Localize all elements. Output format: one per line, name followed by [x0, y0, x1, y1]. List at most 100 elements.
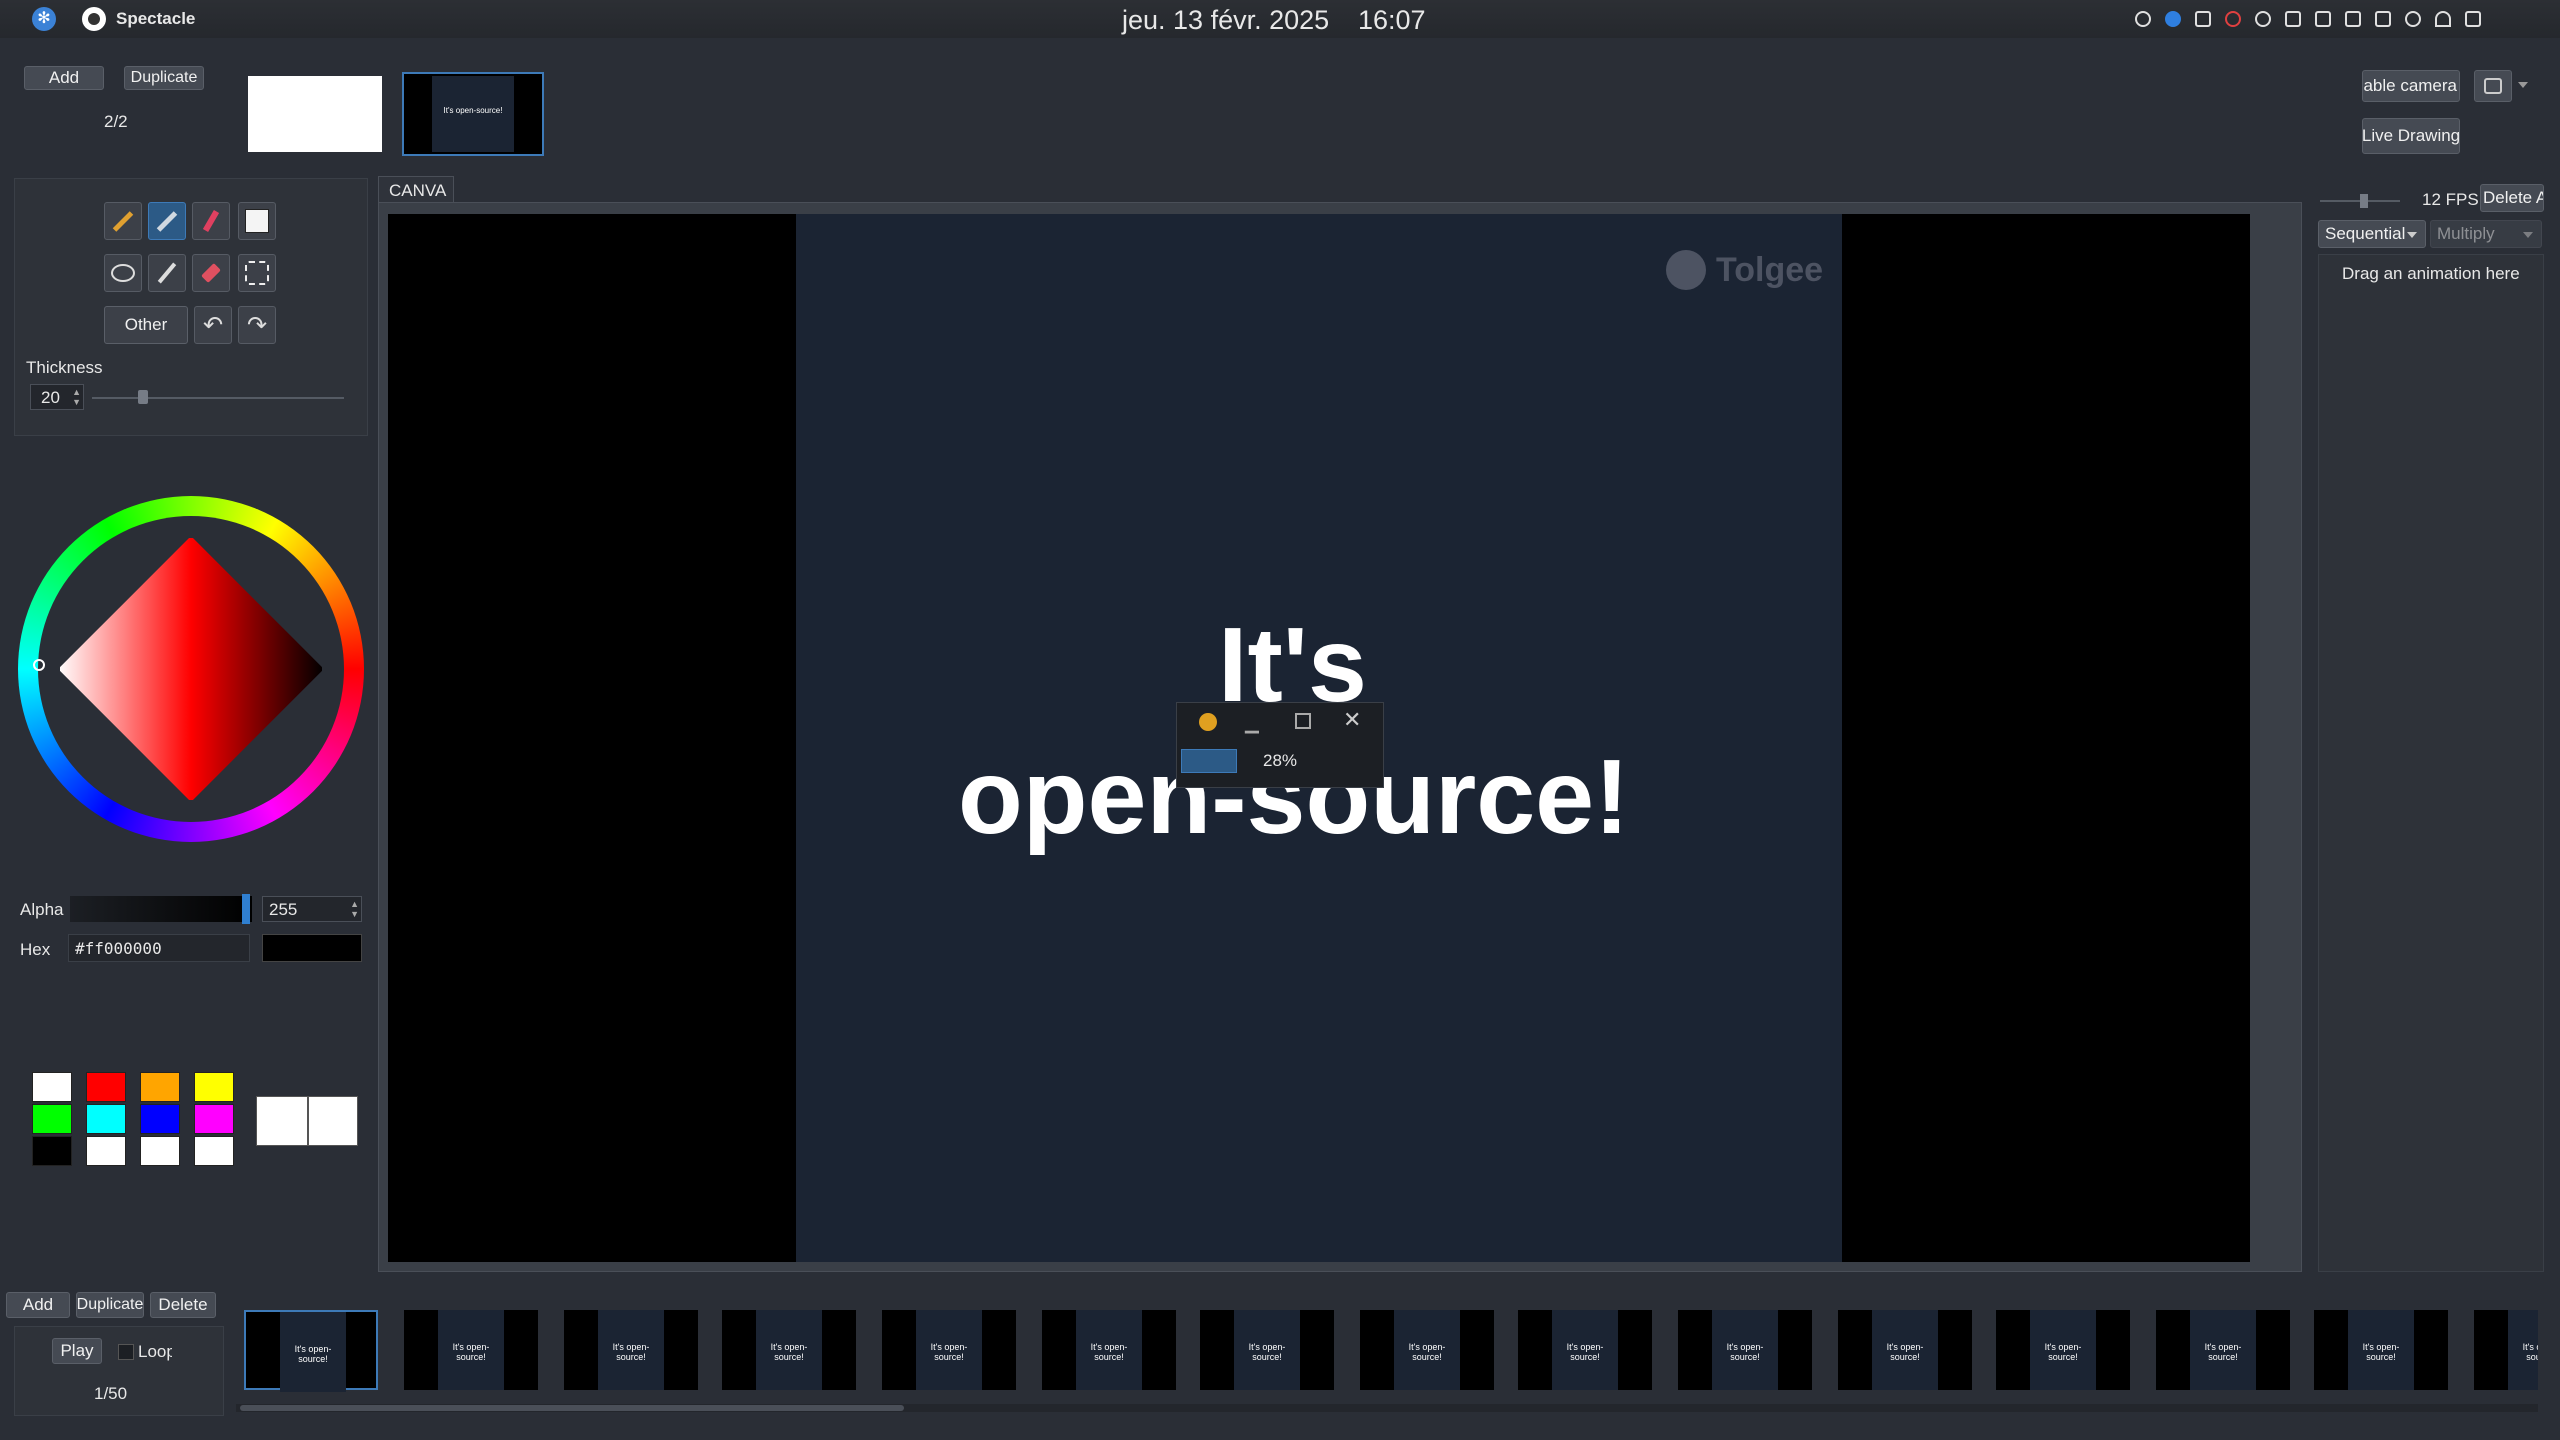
- canvas-tab[interactable]: CANVA: [378, 176, 454, 202]
- color-triangle[interactable]: [60, 538, 322, 800]
- notifications-off-icon[interactable]: [2195, 10, 2211, 27]
- pencil-tool-button[interactable]: [104, 202, 142, 240]
- frame-thumbnail[interactable]: It's open-source!: [1518, 1310, 1652, 1390]
- frame-thumbnail[interactable]: It's open-source!: [2474, 1310, 2538, 1390]
- rectangle-icon: [245, 209, 269, 233]
- animation-drop-area[interactable]: [2318, 254, 2544, 1272]
- slide-thumbnail-2[interactable]: It's open-source!: [402, 72, 544, 156]
- frame-text: It's open-source!: [2508, 1310, 2538, 1390]
- swatch-red[interactable]: [86, 1072, 126, 1102]
- marker-tool-button[interactable]: [192, 202, 230, 240]
- brush-tool-button[interactable]: [148, 202, 186, 240]
- undo-button[interactable]: ↶: [194, 306, 232, 344]
- clock-time[interactable]: 16:07: [1358, 5, 1426, 36]
- camera-settings-button[interactable]: [2474, 70, 2512, 102]
- frame-thumbnail[interactable]: It's open-source!: [722, 1310, 856, 1390]
- swatch-white[interactable]: [32, 1072, 72, 1102]
- swatch-blue[interactable]: [140, 1104, 180, 1134]
- duplicate-slide-button[interactable]: Duplicate: [124, 66, 204, 90]
- slide-thumb-text: It's open-source!: [432, 76, 514, 152]
- delete-frame-button[interactable]: Delete: [150, 1292, 216, 1318]
- enable-camera-button[interactable]: Enable camera: [2362, 70, 2460, 102]
- loop-checkbox[interactable]: [118, 1344, 134, 1360]
- tray-chevron-icon[interactable]: [2495, 11, 2505, 27]
- frame-thumbnail[interactable]: It's open-source!: [1678, 1310, 1812, 1390]
- system-tray[interactable]: [2128, 10, 2512, 28]
- frame-thumbnail[interactable]: It's open-source!: [1996, 1310, 2130, 1390]
- frame-thumbnail[interactable]: It's open-source!: [2156, 1310, 2290, 1390]
- wifi-icon[interactable]: [2435, 10, 2451, 27]
- alpha-slider-handle[interactable]: [242, 894, 250, 924]
- frame-thumbnail[interactable]: It's open-source!: [882, 1310, 1016, 1390]
- rectangle-tool-button[interactable]: [238, 202, 276, 240]
- frame-thumbnail[interactable]: It's open-source!: [1838, 1310, 1972, 1390]
- lasso-tool-button[interactable]: [104, 254, 142, 292]
- frame-thumbnail[interactable]: It's open-source!: [1042, 1310, 1176, 1390]
- thickness-slider-track[interactable]: [92, 397, 344, 399]
- play-button[interactable]: Play: [52, 1338, 102, 1364]
- hex-input[interactable]: #ff000000: [68, 934, 250, 962]
- alpha-label: Alpha: [20, 900, 64, 919]
- swatch-custom-3[interactable]: [194, 1136, 234, 1166]
- alpha-slider[interactable]: [70, 896, 252, 922]
- thickness-spinbox[interactable]: 20 ▲ ▼: [30, 384, 84, 410]
- camera-dropdown-arrow[interactable]: [2518, 82, 2528, 88]
- eyedropper-tool-button[interactable]: [148, 254, 186, 292]
- swatch-yellow[interactable]: [194, 1072, 234, 1102]
- pencil-icon: [112, 210, 134, 232]
- secondary-color-swatch[interactable]: [308, 1096, 358, 1146]
- frame-thumbnail[interactable]: It's open-source!: [564, 1310, 698, 1390]
- blend-mode-select[interactable]: Multiply: [2430, 220, 2542, 248]
- launcher-icon[interactable]: ✻: [32, 7, 56, 31]
- delete-all-button[interactable]: Delete All: [2480, 184, 2544, 212]
- maximize-icon[interactable]: [1295, 713, 1311, 729]
- alpha-spin-arrows-icon[interactable]: ▲ ▼: [350, 899, 359, 919]
- primary-color-swatch[interactable]: [256, 1096, 308, 1146]
- add-slide-button[interactable]: Add: [24, 66, 104, 90]
- frame-thumbnail[interactable]: It's open-source!: [2314, 1310, 2448, 1390]
- clock-date[interactable]: jeu. 13 févr. 2025: [1122, 5, 1329, 36]
- close-icon[interactable]: ✕: [1343, 707, 1361, 733]
- recording-popup: ▁ ✕ 28%: [1176, 702, 1384, 788]
- active-app-name[interactable]: Spectacle: [116, 9, 195, 29]
- tray-circle-icon[interactable]: [2165, 10, 2181, 27]
- frame-thumbnail[interactable]: It's open-source!: [404, 1310, 538, 1390]
- frame-thumbnail[interactable]: It's open-source!: [1200, 1310, 1334, 1390]
- swatch-green[interactable]: [32, 1104, 72, 1134]
- frame-thumbnail[interactable]: It's open-source!: [1360, 1310, 1494, 1390]
- spin-arrows-icon[interactable]: ▲ ▼: [72, 387, 81, 407]
- color-picker-handle[interactable]: [33, 659, 45, 671]
- volume-icon[interactable]: [2465, 10, 2481, 27]
- slide-thumbnail-1[interactable]: [248, 76, 382, 152]
- brightness-icon[interactable]: [2405, 10, 2421, 27]
- redo-button[interactable]: ↷: [238, 306, 276, 344]
- battery-icon[interactable]: [2375, 10, 2391, 27]
- live-drawing-button[interactable]: Live Drawing: [2362, 118, 2460, 154]
- tray-display-icon[interactable]: [2345, 10, 2361, 27]
- swatch-cyan[interactable]: [86, 1104, 126, 1134]
- duplicate-frame-button[interactable]: Duplicate: [76, 1292, 144, 1318]
- tray-usb-icon[interactable]: [2315, 10, 2331, 27]
- swatch-orange[interactable]: [140, 1072, 180, 1102]
- fps-slider-handle[interactable]: [2360, 194, 2368, 208]
- sequential-select[interactable]: Sequential: [2318, 220, 2426, 248]
- add-frame-button[interactable]: Add: [6, 1292, 70, 1318]
- swatch-magenta[interactable]: [194, 1104, 234, 1134]
- selection-tool-button[interactable]: [238, 254, 276, 292]
- alpha-spinbox[interactable]: 255 ▲ ▼: [262, 896, 362, 922]
- swatch-custom-1[interactable]: [86, 1136, 126, 1166]
- frame-thumbnail-selected[interactable]: It's open-source!: [244, 1310, 378, 1392]
- other-tools-button[interactable]: Other: [104, 306, 188, 344]
- thickness-slider-handle[interactable]: [138, 390, 148, 404]
- timeline-strip[interactable]: It's open-source! It's open-source! It's…: [236, 1300, 2538, 1408]
- camera-icon: [2484, 78, 2502, 94]
- eraser-tool-button[interactable]: [192, 254, 230, 292]
- tray-pause-icon[interactable]: [2255, 10, 2271, 27]
- minimize-icon[interactable]: ▁: [1245, 713, 1259, 734]
- timeline-scrollbar-thumb[interactable]: [240, 1405, 904, 1411]
- tray-record-icon[interactable]: [2225, 10, 2241, 27]
- swatch-black[interactable]: [32, 1136, 72, 1166]
- tray-drop-icon[interactable]: [2135, 10, 2151, 27]
- tray-clipboard-icon[interactable]: [2285, 10, 2301, 27]
- swatch-custom-2[interactable]: [140, 1136, 180, 1166]
